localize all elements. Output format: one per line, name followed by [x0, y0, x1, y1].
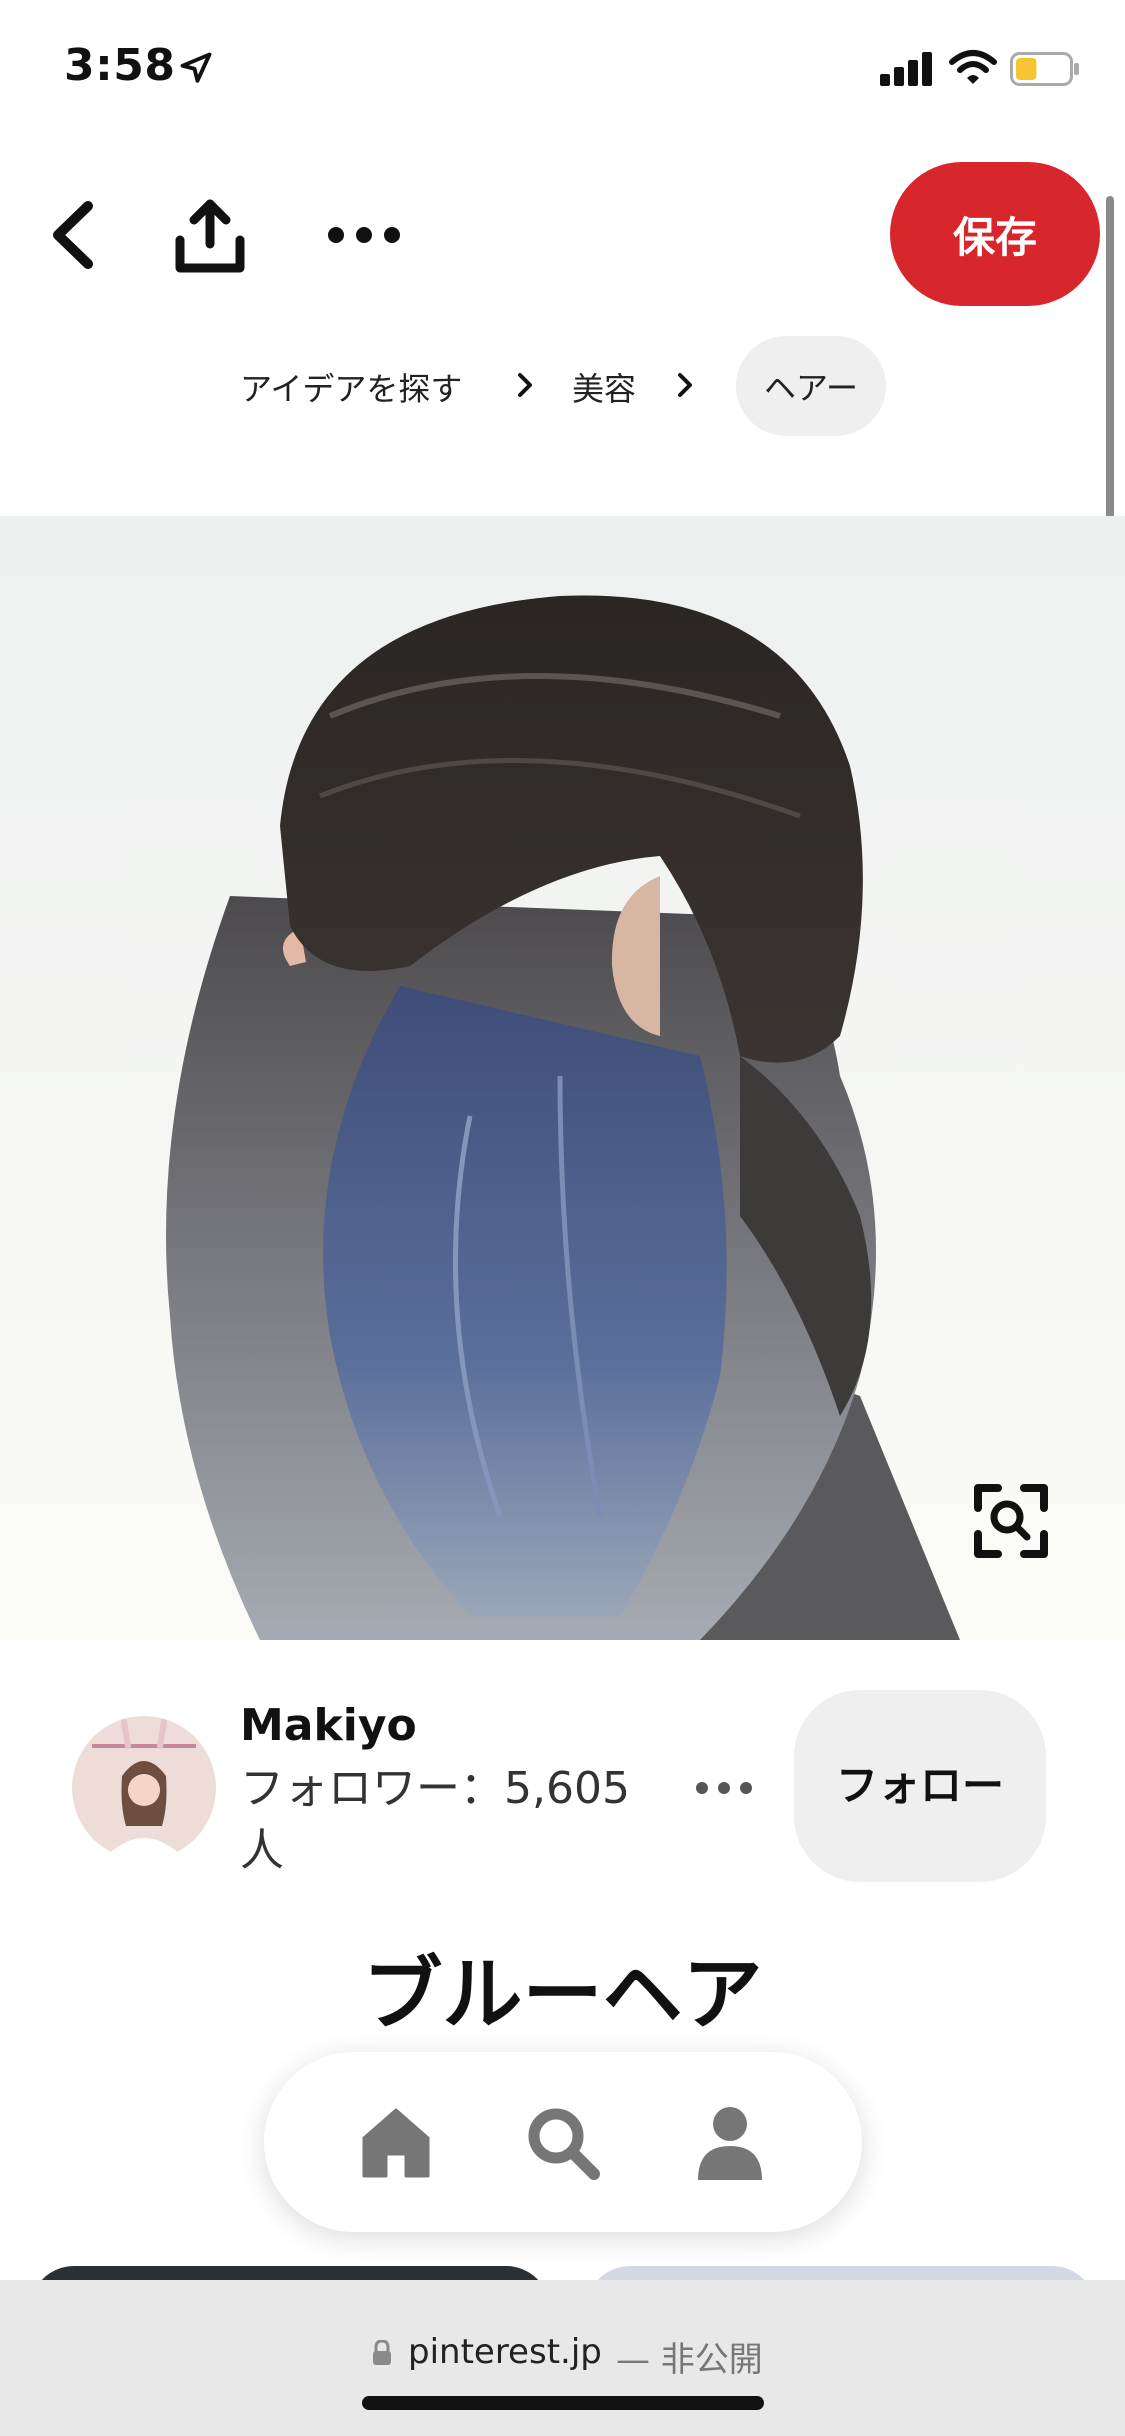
home-icon[interactable] — [356, 2102, 436, 2182]
share-button[interactable] — [170, 196, 250, 276]
battery-icon — [1010, 52, 1079, 86]
follow-button[interactable]: フォロー — [794, 1690, 1046, 1882]
avatar[interactable] — [72, 1716, 216, 1860]
save-button[interactable]: 保存 — [890, 162, 1100, 306]
search-icon[interactable] — [522, 2102, 602, 2182]
creator-name[interactable]: Makiyo — [240, 1700, 417, 1751]
visual-search-icon[interactable] — [960, 1470, 1062, 1572]
avatar-photo — [72, 1716, 216, 1860]
profile-icon[interactable] — [690, 2102, 770, 2182]
private-label: — 非公開 — [616, 2340, 763, 2380]
url-text[interactable]: pinterest.jp — [408, 2332, 602, 2372]
lock-icon — [373, 2340, 391, 2365]
breadcrumb-item-hair[interactable]: ヘアー — [736, 336, 886, 436]
chevron-right-icon — [518, 373, 532, 397]
breadcrumb: アイデアを探す 美容 ヘアー — [0, 336, 1125, 436]
status-bar: 3:58 — [0, 0, 1125, 140]
creator-more-button[interactable] — [692, 1770, 756, 1806]
cellular-signal-icon — [880, 52, 932, 86]
follower-count: フォロワー：5,605人 — [240, 1763, 630, 1876]
chevron-right-icon — [678, 373, 692, 397]
back-button[interactable] — [40, 196, 110, 274]
breadcrumb-item-beauty[interactable]: 美容 — [572, 364, 636, 410]
breadcrumb-item-explore[interactable]: アイデアを探す — [240, 364, 462, 410]
hair-photo — [0, 516, 1125, 1640]
home-indicator[interactable] — [362, 2396, 764, 2410]
bottom-nav — [264, 2052, 862, 2232]
location-arrow-icon — [180, 52, 212, 83]
more-options-button[interactable] — [326, 212, 402, 258]
status-time: 3:58 — [64, 40, 176, 91]
wifi-icon — [949, 50, 997, 84]
pin-title: ブルーヘア — [362, 1948, 763, 2041]
browser-address-bar[interactable]: pinterest.jp — 非公開 — [0, 2280, 1125, 2436]
pin-image[interactable] — [0, 516, 1125, 1640]
